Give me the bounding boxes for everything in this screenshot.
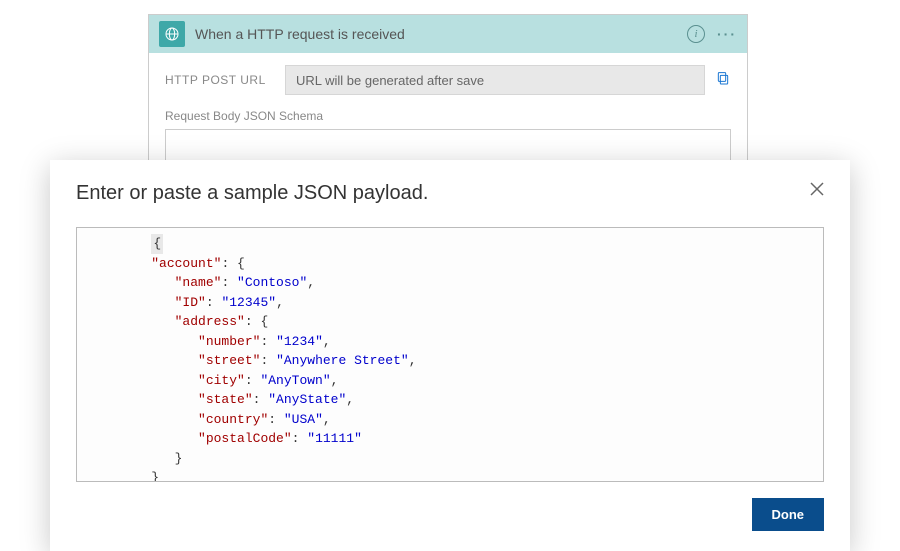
schema-label: Request Body JSON Schema bbox=[165, 109, 731, 123]
info-icon[interactable]: i bbox=[687, 25, 705, 43]
url-label: HTTP POST URL bbox=[165, 73, 285, 87]
json-payload-editor[interactable]: { "account": { "name": "Contoso", "ID": … bbox=[76, 227, 824, 482]
close-icon[interactable] bbox=[810, 182, 824, 201]
url-readonly-box: URL will be generated after save bbox=[285, 65, 705, 95]
more-icon[interactable]: ··· bbox=[717, 26, 737, 42]
modal-title: Enter or paste a sample JSON payload. bbox=[76, 182, 428, 205]
sample-json-modal: Enter or paste a sample JSON payload. { … bbox=[50, 160, 850, 551]
done-button[interactable]: Done bbox=[752, 498, 825, 531]
http-globe-icon bbox=[159, 21, 185, 47]
trigger-header[interactable]: When a HTTP request is received i ··· bbox=[149, 15, 747, 53]
trigger-title: When a HTTP request is received bbox=[195, 26, 687, 42]
copy-icon[interactable] bbox=[715, 70, 731, 91]
